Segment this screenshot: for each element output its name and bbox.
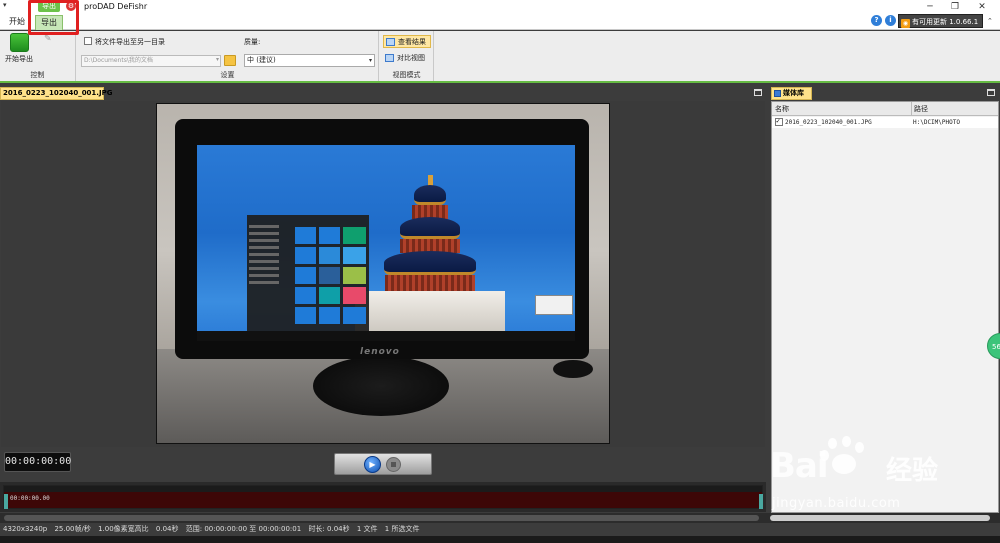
export-to-folder-option[interactable]: 将文件导出至另一目录	[84, 37, 165, 47]
play-button[interactable]: ▶	[364, 456, 381, 473]
control-group-label: 控制	[30, 71, 45, 79]
update-available-button[interactable]: ◉ 有可用更新 1.0.66.1	[898, 14, 983, 28]
status-length: 时长: 0.04秒	[308, 525, 350, 533]
status-resolution: 4320x3240p	[3, 525, 48, 533]
timeline-area: 00:00:00.00	[0, 482, 766, 512]
quality-value: 中 (建议)	[247, 56, 276, 64]
view-mode-group-label: 视图模式	[392, 71, 421, 79]
media-library-tab-label: 媒体库	[783, 89, 804, 97]
status-range: 范围: 00:00:00:00 至 00:00:00:01	[185, 525, 302, 533]
status-framerate: 25.00帧/秒	[54, 525, 91, 533]
title-bar: ▾ 导出 ⚙ proDAD DeFishr ─ ❐ ✕	[0, 0, 1000, 14]
help-icon[interactable]: ?	[871, 15, 882, 26]
screen-taskbar	[197, 331, 575, 341]
compare-view-icon	[385, 54, 394, 62]
timeline-track[interactable]: 00:00:00.00	[3, 485, 763, 509]
preview-image: lenovo	[156, 103, 610, 444]
timeline-start-handle[interactable]	[4, 494, 8, 509]
compare-view-button[interactable]: 对比视图	[383, 52, 431, 65]
document-tab[interactable]: 2016_0223_102040_001.JPG	[0, 87, 112, 100]
status-selected-count: 1 所选文件	[384, 525, 420, 533]
timeline-ruler	[4, 486, 762, 492]
bottom-strip	[0, 536, 1000, 543]
transport-controls: ▶	[334, 453, 432, 475]
photo-lamp-base	[553, 360, 593, 378]
view-result-icon	[386, 38, 395, 46]
app-title: proDAD DeFishr	[84, 2, 148, 11]
rss-icon: ◉	[901, 19, 910, 28]
export-to-folder-label: 将文件导出至另一目录	[95, 38, 165, 46]
collapse-ribbon-icon[interactable]: ⌃	[987, 17, 993, 25]
status-duration-frame: 0.04秒	[155, 525, 179, 533]
media-library-tab[interactable]: 媒体库	[771, 87, 812, 100]
media-library-header: 名称 路径	[772, 102, 998, 116]
system-menu-icon[interactable]: ▾	[3, 1, 7, 9]
watermark-url: jingyan.baidu.com	[772, 496, 901, 511]
highlight-box	[28, 0, 79, 35]
column-path[interactable]: 路径	[911, 102, 928, 116]
paw-icon	[820, 436, 868, 480]
update-label: 有可用更新 1.0.66.1	[912, 18, 979, 26]
photo-screen	[197, 145, 575, 341]
start-export-icon	[9, 33, 29, 52]
timeline-scroll-thumb[interactable]	[4, 515, 759, 521]
browse-folder-icon[interactable]	[224, 55, 236, 66]
minimize-button[interactable]: ─	[920, 1, 940, 13]
status-file-count: 1 文件	[356, 525, 378, 533]
timeline-timecode: 00:00:00.00	[10, 495, 50, 502]
column-name[interactable]: 名称	[775, 102, 789, 116]
ribbon: 开始导出 ✎ 控制 将文件导出至另一目录 质量: 设置 D:\Documents…	[0, 31, 1000, 83]
watermark-text: 经验	[886, 456, 939, 486]
chevron-down-icon: ▾	[368, 57, 372, 64]
monitor-brand: lenovo	[360, 347, 400, 357]
maximize-preview-icon[interactable]	[754, 89, 762, 96]
row-path: H:\DCIM\PHOTO	[913, 119, 960, 126]
temple-image	[355, 175, 505, 337]
status-aspect: 1.00像素宽高比	[98, 525, 149, 533]
monitor-stand	[313, 356, 449, 416]
maximize-media-library-icon[interactable]	[987, 89, 995, 96]
tab-start[interactable]: 开始	[4, 15, 30, 30]
media-library-icon	[774, 90, 781, 97]
compare-view-label: 对比视图	[397, 54, 425, 62]
quality-select[interactable]: 中 (建议) ▾	[244, 54, 375, 67]
start-export-button[interactable]: 开始导出	[3, 33, 35, 65]
settings-group-label: 设置	[220, 71, 235, 79]
control-group: 开始导出 ✎ 控制	[0, 31, 76, 81]
timecode-display: 00:00:00:00	[4, 452, 71, 472]
view-result-label: 查看结果	[398, 38, 426, 46]
view-result-button[interactable]: 查看结果	[383, 35, 431, 48]
timeline-end-handle[interactable]	[759, 494, 763, 509]
close-button[interactable]: ✕	[972, 1, 992, 13]
row-checkbox[interactable]	[775, 116, 783, 127]
export-to-folder-checkbox[interactable]	[84, 37, 92, 45]
baidu-watermark: Bai 经验 jingyan.baidu.com	[770, 436, 1000, 526]
start-menu-image	[247, 215, 369, 341]
pencil-icon[interactable]: ✎	[44, 34, 52, 44]
start-export-label: 开始导出	[5, 55, 33, 63]
quality-label: 质量:	[244, 38, 261, 46]
watermark-logo: Bai	[770, 446, 829, 486]
row-filename: 2016_0223_102040_001.JPG	[785, 119, 872, 126]
export-path-input[interactable]: D:\Documents\我的文档	[81, 55, 221, 67]
menu-bar: 开始 导出 ? i ◉ 有可用更新 1.0.66.1 ⌃	[0, 14, 1000, 30]
info-icon[interactable]: i	[885, 15, 896, 26]
path-dropdown-icon[interactable]: ▾	[216, 56, 219, 63]
screen-dialog	[535, 295, 573, 315]
table-row[interactable]: 2016_0223_102040_001.JPG H:\DCIM\PHOTO	[772, 116, 998, 128]
photo-monitor: lenovo	[175, 119, 589, 359]
restore-button[interactable]: ❐	[945, 1, 965, 13]
stop-button[interactable]	[386, 457, 401, 472]
